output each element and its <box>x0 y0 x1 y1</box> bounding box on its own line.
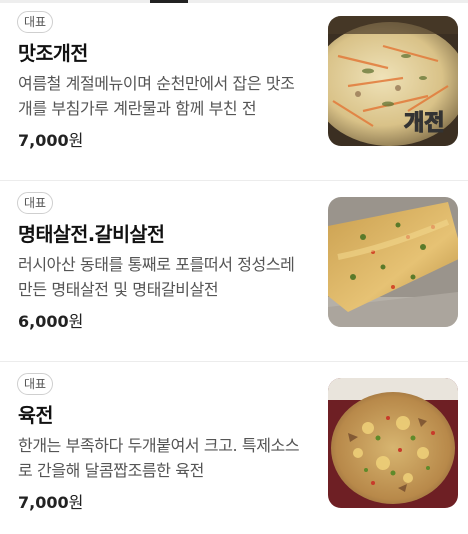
price-amount: 7,000 <box>18 493 69 512</box>
menu-item-photo[interactable] <box>328 378 458 508</box>
menu-page: 대표 맛조개전 여름철 계절메뉴이며 순천만에서 잡은 맛조개를 부침가루 계란… <box>0 0 468 534</box>
price-unit: 원 <box>68 131 84 150</box>
pollack-pancake-image <box>328 197 458 327</box>
price-unit: 원 <box>68 312 84 331</box>
menu-item-photo[interactable] <box>328 197 458 327</box>
price-unit: 원 <box>68 493 84 512</box>
signature-badge: 대표 <box>17 192 54 214</box>
price-amount: 6,000 <box>18 312 69 331</box>
menu-item-description: 한개는 부족하다 두개붙여서 크고. 특제소스로 간을해 달콤짭조름한 육전 <box>18 436 300 480</box>
menu-item-price: 7,000원 <box>18 127 83 151</box>
beef-pancake-image <box>328 378 458 508</box>
menu-item-price: 7,000원 <box>18 489 83 513</box>
price-amount: 7,000 <box>18 131 69 150</box>
menu-item-name: 명태살전.갈비살전 <box>18 223 165 246</box>
menu-item[interactable]: 대표 명태살전.갈비살전 러시아산 동태를 통째로 포를떠서 정성스레 만든 명… <box>0 181 468 362</box>
razor-clam-pancake-image: 개전 <box>328 16 458 146</box>
menu-item-description: 여름철 계절메뉴이며 순천만에서 잡은 맛조개를 부침가루 계란물과 함께 부친… <box>18 74 295 118</box>
menu-item-photo[interactable]: 개전 <box>328 16 458 146</box>
menu-item[interactable]: 대표 맛조개전 여름철 계절메뉴이며 순천만에서 잡은 맛조개를 부침가루 계란… <box>0 0 468 181</box>
menu-item-description: 러시아산 동태를 통째로 포를떠서 정성스레 만든 명태살전 및 명태갈비살전 <box>18 255 295 299</box>
signature-badge: 대표 <box>17 11 54 33</box>
menu-item-price: 6,000원 <box>18 308 83 332</box>
photo-caption: 개전 <box>404 111 444 136</box>
menu-item-name: 맛조개전 <box>18 42 88 65</box>
signature-badge: 대표 <box>17 373 54 395</box>
menu-item[interactable]: 대표 육전 한개는 부족하다 두개붙여서 크고. 특제소스로 간을해 달콤짭조름… <box>0 362 468 534</box>
menu-item-name: 육전 <box>18 404 53 427</box>
